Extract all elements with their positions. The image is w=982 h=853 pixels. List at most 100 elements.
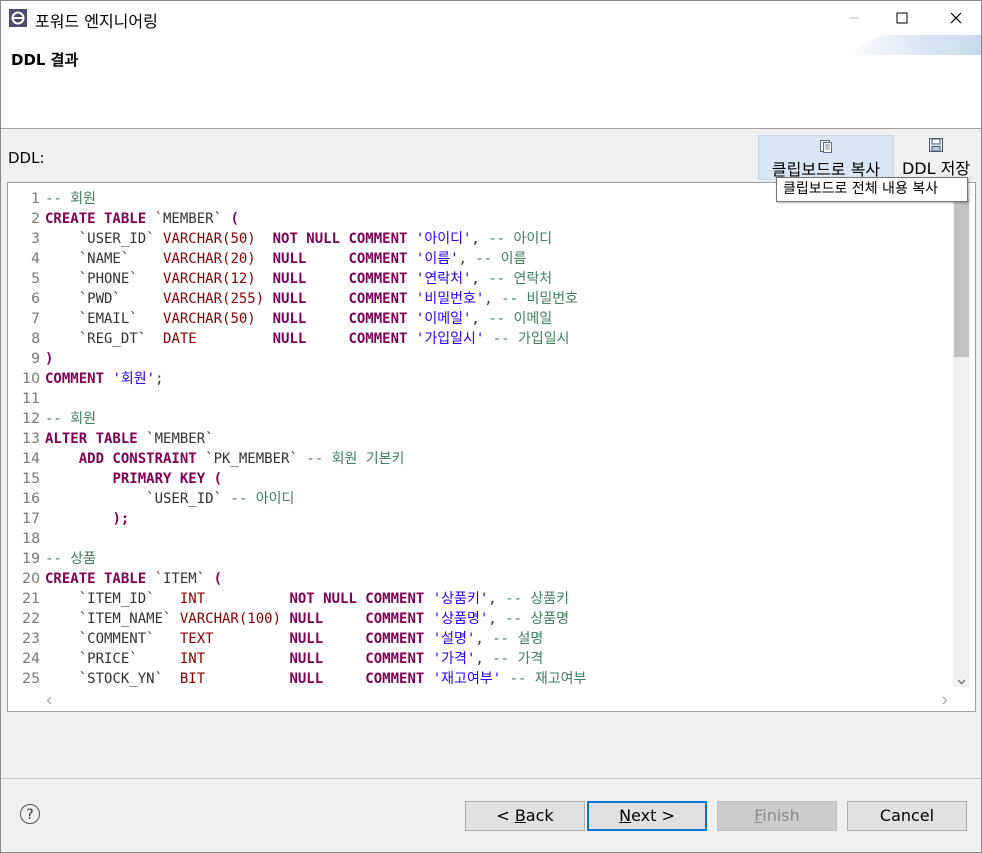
code-token: CREATE TABLE bbox=[45, 211, 155, 227]
line-number: 13 bbox=[22, 431, 40, 447]
save-button-label: DDL 저장 bbox=[901, 159, 971, 178]
code-token: `ITEM_NAME` bbox=[45, 611, 180, 627]
code-token: ; bbox=[155, 371, 164, 387]
cancel-button[interactable]: Cancel bbox=[847, 801, 967, 831]
code-token: VARCHAR(20) bbox=[163, 251, 256, 267]
code-token: '회원' bbox=[112, 371, 156, 387]
code-token: `MEMBER` bbox=[154, 211, 231, 227]
code-token: NULL COMMENT bbox=[272, 271, 416, 287]
close-button[interactable] bbox=[933, 1, 979, 35]
minimize-button[interactable] bbox=[831, 1, 877, 35]
code-token: `ITEM` bbox=[154, 571, 214, 587]
code-token: '비밀번호' bbox=[415, 291, 485, 307]
line-number: 21 bbox=[22, 591, 40, 607]
line-number: 11 bbox=[22, 391, 40, 407]
code-token: `REG_DT` bbox=[45, 331, 164, 347]
code-token: -- 이메일 bbox=[488, 311, 553, 327]
vertical-scroll-thumb[interactable] bbox=[954, 199, 969, 357]
code-line: ALTER TABLE `MEMBER` bbox=[45, 429, 950, 449]
line-number: 22 bbox=[22, 611, 40, 627]
code-token: '연락처' bbox=[415, 271, 472, 287]
help-button[interactable]: ? bbox=[20, 804, 40, 824]
ddl-text-editor[interactable]: 1 2 3 4 5 6 7 8 9 10 11 12 13 14 15 16 17 18 19 20 21 22 23 24 2… bbox=[7, 182, 976, 712]
window-title: 포워드 엔지니어링 bbox=[35, 12, 158, 31]
code-token: -- 가격 bbox=[492, 651, 544, 667]
scroll-left-icon[interactable] bbox=[46, 696, 52, 705]
ddl-label: DDL: bbox=[8, 149, 45, 167]
line-number: 12 bbox=[22, 411, 40, 427]
code-token: NULL COMMENT bbox=[272, 311, 416, 327]
code-token: `PRICE` bbox=[45, 651, 180, 667]
code-line: `NAME` VARCHAR(20) NULL COMMENT '이름', --… bbox=[45, 249, 950, 269]
scroll-down-icon[interactable] bbox=[957, 679, 966, 685]
code-token: INT bbox=[179, 651, 206, 667]
next-button[interactable]: Next > bbox=[587, 801, 707, 831]
page-title: DDL 결과 bbox=[11, 51, 79, 69]
line-number: 23 bbox=[22, 631, 40, 647]
maximize-icon bbox=[896, 12, 908, 24]
line-number: 24 bbox=[22, 651, 40, 667]
code-token: '상품명' bbox=[432, 611, 489, 627]
code-token: NULL COMMENT bbox=[272, 331, 416, 347]
code-token: -- 설명 bbox=[492, 631, 544, 647]
code-token: `EMAIL` bbox=[45, 311, 164, 327]
code-token: '아이디' bbox=[415, 231, 472, 247]
line-number-gutter: 1 2 3 4 5 6 7 8 9 10 11 12 13 14 15 16 17 18 19 20 21 22 23 24 2… bbox=[8, 189, 40, 689]
code-token: VARCHAR(255) bbox=[163, 291, 265, 307]
code-token: , bbox=[484, 291, 502, 307]
code-token: , bbox=[471, 271, 489, 287]
clipboard-icon bbox=[820, 140, 832, 153]
line-number: 7 bbox=[31, 311, 40, 327]
code-token: `ITEM_ID` bbox=[45, 591, 180, 607]
vertical-scrollbar[interactable] bbox=[953, 189, 970, 687]
code-token: NULL COMMENT bbox=[289, 631, 433, 647]
code-token: NOT NULL COMMENT bbox=[272, 231, 416, 247]
code-token: NULL COMMENT bbox=[272, 291, 416, 307]
code-token: -- 아이디 bbox=[230, 491, 295, 507]
code-line: ); bbox=[45, 509, 950, 529]
wizard-header: DDL 결과 bbox=[1, 35, 981, 129]
ddl-code-area[interactable]: -- 회원 CREATE TABLE `MEMBER` ( `USER_ID` V… bbox=[45, 189, 950, 689]
code-token: BIT bbox=[179, 671, 206, 687]
code-token: NOT NULL COMMENT bbox=[289, 591, 433, 607]
code-token: `USER_ID` bbox=[45, 231, 164, 247]
floppy-disk-icon bbox=[929, 138, 943, 152]
code-token: -- 회원 bbox=[45, 411, 97, 427]
code-token: INT bbox=[179, 591, 206, 607]
horizontal-scrollbar[interactable] bbox=[8, 689, 954, 711]
line-number: 25 bbox=[22, 671, 40, 687]
copy-to-clipboard-button[interactable]: 클립보드로 복사 bbox=[758, 135, 894, 180]
code-line: `COMMENT` TEXT NULL COMMENT '설명', -- 설명 bbox=[45, 629, 950, 649]
code-token: '이름' bbox=[415, 251, 459, 267]
code-token: , bbox=[475, 651, 493, 667]
code-token: `PWD` bbox=[45, 291, 164, 307]
back-button[interactable]: < Back bbox=[465, 801, 585, 831]
code-token: , bbox=[471, 231, 489, 247]
code-token: `NAME` bbox=[45, 251, 164, 267]
scroll-right-icon[interactable] bbox=[942, 696, 948, 705]
line-number: 18 bbox=[22, 531, 40, 547]
title-bar[interactable]: 포워드 엔지니어링 bbox=[1, 1, 981, 35]
line-number: 15 bbox=[22, 471, 40, 487]
line-number: 3 bbox=[31, 231, 40, 247]
code-token: NULL COMMENT bbox=[272, 251, 416, 267]
save-ddl-button[interactable]: DDL 저장 bbox=[898, 135, 974, 180]
maximize-button[interactable] bbox=[879, 1, 925, 35]
code-token: VARCHAR(12) bbox=[163, 271, 256, 287]
code-line: CREATE TABLE `ITEM` ( bbox=[45, 569, 950, 589]
code-token: `STOCK_YN` bbox=[45, 671, 180, 687]
code-line: CREATE TABLE `MEMBER` ( bbox=[45, 209, 950, 229]
code-token: '설명' bbox=[432, 631, 476, 647]
close-icon bbox=[950, 12, 962, 24]
